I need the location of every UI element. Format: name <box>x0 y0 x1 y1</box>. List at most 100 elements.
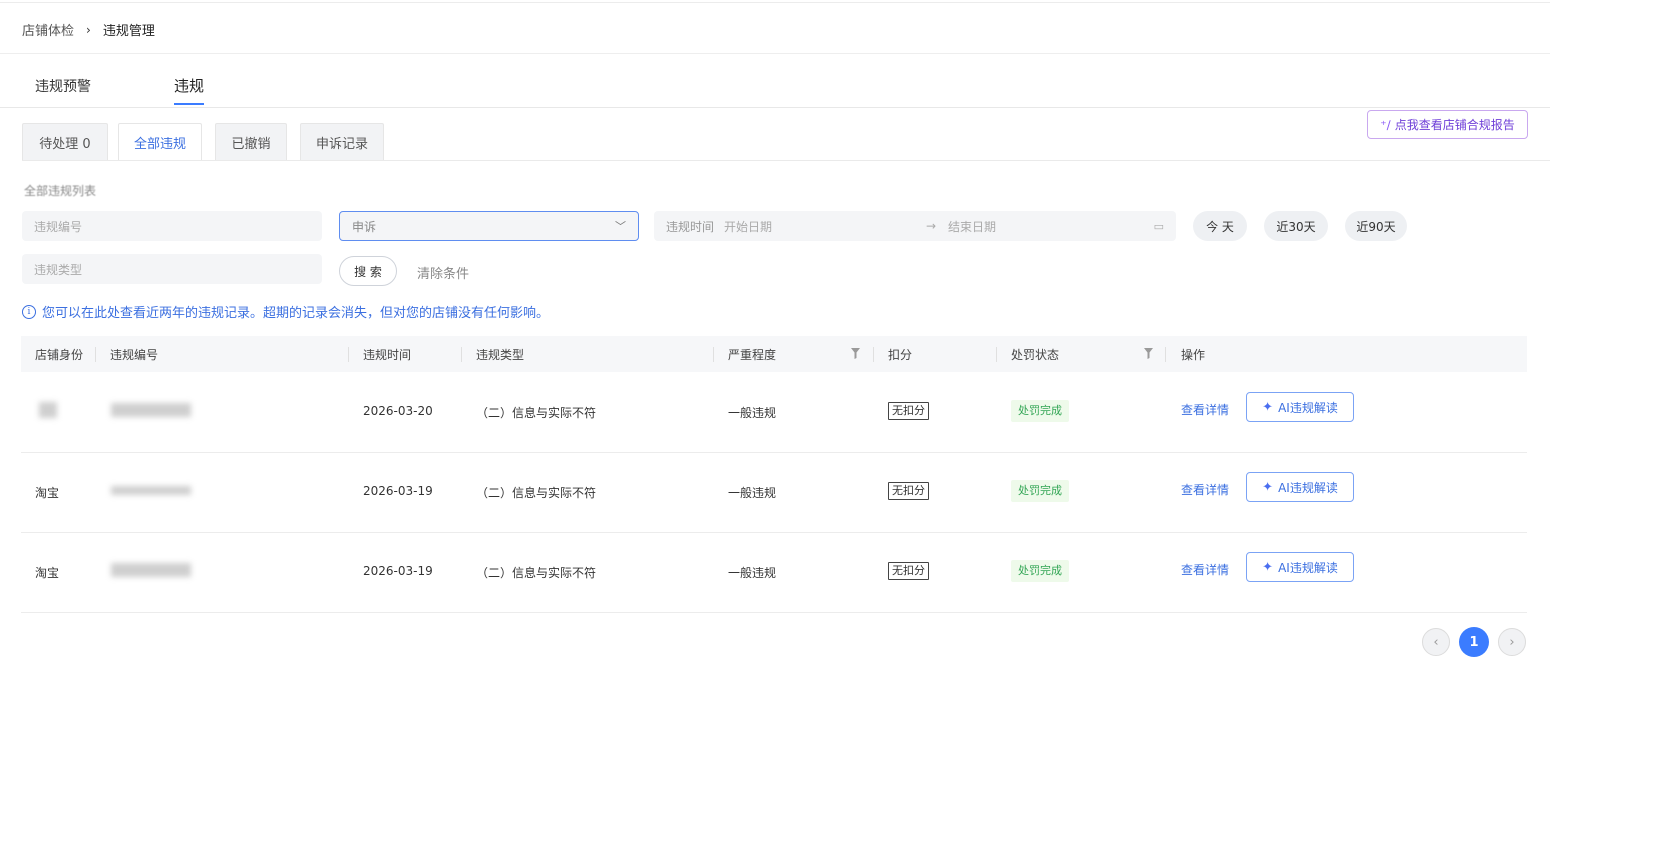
pill-label: 近90天 <box>1356 219 1396 234</box>
info-icon: i <box>22 304 36 319</box>
view-details-link[interactable]: 查看详情 <box>1181 401 1229 418</box>
subtabs-divider <box>22 160 1550 161</box>
ai-interpret-button[interactable]: ✦ AI违规解读 <box>1246 472 1354 502</box>
end-date-placeholder[interactable]: 结束日期 <box>948 218 996 235</box>
violation-date: 2026-03-19 <box>363 484 433 498</box>
quick-range-90d[interactable]: 近90天 <box>1345 211 1407 241</box>
tab-violation-warning[interactable]: 违规预警 <box>35 76 91 96</box>
search-button[interactable]: 搜 索 <box>339 256 397 286</box>
subtab-pending[interactable]: 待处理 0 <box>22 123 108 160</box>
breadcrumb-parent[interactable]: 店铺体检 <box>22 20 74 39</box>
status-badge: 处罚完成 <box>1011 400 1069 422</box>
shop-identity: 淘宝 <box>35 486 60 500</box>
col-violation-type: 违规类型 <box>476 348 525 362</box>
deduct-badge: 无扣分 <box>888 402 929 420</box>
clear-filters-button[interactable]: 清除条件 <box>417 263 469 282</box>
column-divider <box>713 347 714 362</box>
ai-interpret-button[interactable]: ✦ AI违规解读 <box>1246 552 1354 582</box>
col-violation-id: 违规编号 <box>110 348 159 362</box>
subtab-label: 申诉记录 <box>315 136 368 152</box>
pill-label: 今 天 <box>1206 219 1234 234</box>
table-row: 2026-03-20 （二）信息与实际不符 一般违规 无扣分 处罚完成 查看详情… <box>21 372 1527 453</box>
view-details-link[interactable]: 查看详情 <box>1181 481 1229 498</box>
col-violation-time: 违规时间 <box>363 348 412 362</box>
col-deduct: 扣分 <box>888 348 913 362</box>
sparkle-icon: ✦ <box>1262 479 1274 495</box>
tab-violations[interactable]: 违规 <box>174 75 205 105</box>
quick-range-30d[interactable]: 近30天 <box>1264 211 1328 241</box>
notice-text: 您可以在此处查看近两年的违规记录。超期的记录会消失，但对您的店铺没有任何影响。 <box>42 306 550 321</box>
redacted-violation-id <box>111 563 191 577</box>
pill-label: 近30天 <box>1276 219 1316 234</box>
violation-id-input[interactable]: 违规编号 <box>22 211 322 241</box>
search-button-label: 搜 索 <box>354 264 382 279</box>
violation-type: （二）信息与实际不符 <box>476 486 597 500</box>
ai-button-label: AI违规解读 <box>1278 560 1338 575</box>
arrow-right-icon: → <box>926 219 937 233</box>
redacted-violation-id <box>111 403 191 417</box>
chevron-left-icon: ‹ <box>1433 634 1439 650</box>
filter-icon[interactable] <box>851 348 860 359</box>
tab-label: 违规 <box>174 77 205 95</box>
chevron-right-icon: › <box>1509 634 1515 650</box>
calendar-icon[interactable]: ▭ <box>1154 220 1164 233</box>
select-value: 申诉 <box>352 219 377 234</box>
subtab-revoked[interactable]: 已撤销 <box>215 123 287 160</box>
status-badge: 处罚完成 <box>1011 560 1069 582</box>
date-range-picker[interactable]: 违规时间 开始日期 → 结束日期 ▭ <box>654 211 1176 241</box>
col-severity: 严重程度 <box>728 348 777 362</box>
ai-button-label: AI违规解读 <box>1278 400 1338 415</box>
severity: 一般违规 <box>728 566 777 580</box>
chevron-down-icon: ﹀ <box>615 220 626 233</box>
start-date-placeholder[interactable]: 开始日期 <box>724 218 772 235</box>
column-divider <box>873 347 874 362</box>
input-placeholder: 违规类型 <box>34 262 83 277</box>
view-details-link[interactable]: 查看详情 <box>1181 561 1229 578</box>
subtab-label: 待处理 0 <box>39 136 91 152</box>
shop-identity: 淘宝 <box>35 566 60 580</box>
store-compliance-report-button[interactable]: ⁺∕ 点我查看店铺合规报告 <box>1367 110 1528 139</box>
severity: 一般违规 <box>728 406 777 420</box>
deduct-badge: 无扣分 <box>888 562 929 580</box>
violation-type-input[interactable]: 违规类型 <box>22 254 322 284</box>
prev-page-button[interactable]: ‹ <box>1422 628 1450 656</box>
section-title: 全部违规列表 <box>24 184 97 198</box>
table-row: 淘宝 2026-03-19 （二）信息与实际不符 一般违规 无扣分 处罚完成 查… <box>21 532 1527 613</box>
header-divider <box>0 53 1550 54</box>
next-page-button[interactable]: › <box>1498 628 1526 656</box>
col-shop: 店铺身份 <box>35 348 84 362</box>
ai-sparkle-icon: ⁺∕ <box>1380 117 1391 132</box>
redacted-violation-id <box>111 486 191 495</box>
violation-date: 2026-03-20 <box>363 404 433 418</box>
sparkle-icon: ✦ <box>1262 399 1274 415</box>
sparkle-icon: ✦ <box>1262 559 1274 575</box>
subtab-all[interactable]: 全部违规 <box>118 123 202 161</box>
ai-button-label: AI违规解读 <box>1278 480 1338 495</box>
violation-date: 2026-03-19 <box>363 564 433 578</box>
retention-notice: i 您可以在此处查看近两年的违规记录。超期的记录会消失，但对您的店铺没有任何影响… <box>22 302 549 321</box>
ai-interpret-button[interactable]: ✦ AI违规解读 <box>1246 392 1354 422</box>
subtab-appeals[interactable]: 申诉记录 <box>300 123 384 160</box>
column-divider <box>461 347 462 362</box>
status-badge: 处罚完成 <box>1011 480 1069 502</box>
active-tab-indicator <box>174 103 205 105</box>
table-row: 淘宝 2026-03-19 （二）信息与实际不符 一般违规 无扣分 处罚完成 查… <box>21 452 1527 533</box>
column-divider <box>95 347 96 362</box>
column-divider <box>348 347 349 362</box>
subtab-label: 已撤销 <box>231 136 271 152</box>
breadcrumb-current: 违规管理 <box>102 24 155 39</box>
col-status: 处罚状态 <box>1011 348 1060 362</box>
tab-label: 违规预警 <box>35 79 91 95</box>
subtab-label: 全部违规 <box>133 137 186 152</box>
column-divider <box>996 347 997 362</box>
page-number-current[interactable]: 1 <box>1459 627 1489 657</box>
appeal-select[interactable]: 申诉 ﹀ <box>339 211 639 241</box>
breadcrumb: 店铺体检 › 违规管理 <box>22 20 155 40</box>
main-tabs: 违规预警 违规 <box>0 70 1550 108</box>
table-header: 店铺身份 违规编号 违规时间 违规类型 严重程度 扣分 处罚状态 操作 <box>21 336 1527 372</box>
quick-range-today[interactable]: 今 天 <box>1193 211 1247 241</box>
violation-type: （二）信息与实际不符 <box>476 566 597 580</box>
filter-icon[interactable] <box>1144 348 1153 359</box>
date-range-label: 违规时间 <box>666 219 715 234</box>
col-actions: 操作 <box>1181 348 1206 362</box>
